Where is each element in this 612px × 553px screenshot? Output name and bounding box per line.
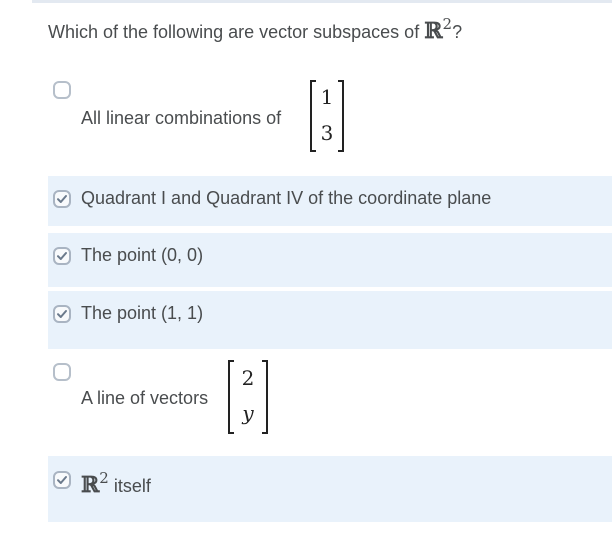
top-divider — [32, 0, 612, 3]
checkmark-icon — [57, 476, 67, 484]
checkmark-icon — [57, 195, 67, 203]
real-numbers-symbol: ℝ — [81, 472, 100, 498]
checkbox-unchecked[interactable] — [53, 81, 71, 99]
option-point-origin[interactable]: The point (0, 0) — [48, 233, 612, 287]
checkmark-icon — [57, 310, 67, 318]
vector-entry-bottom: 3 — [320, 121, 334, 145]
checkbox-checked[interactable] — [53, 190, 71, 208]
option-point-one-one[interactable]: The point (1, 1) — [48, 291, 612, 349]
option-r2-itself[interactable]: ℝ2 itself — [48, 456, 612, 522]
option-label: ℝ2 itself — [81, 469, 151, 498]
checkbox-checked[interactable] — [53, 471, 71, 489]
exponent: 2 — [442, 15, 453, 33]
option-label: The point (0, 0) — [81, 245, 204, 265]
question-mark: ? — [452, 22, 463, 42]
column-vector: 1 3 — [310, 80, 344, 152]
option-line-of-vectors[interactable]: A line of vectors 2 y — [48, 350, 612, 454]
vector-entry-top: 2 — [241, 366, 255, 390]
option-quadrants[interactable]: Quadrant I and Quadrant IV of the coordi… — [48, 176, 612, 226]
checkmark-icon — [57, 252, 67, 260]
option-label: All linear combinations of — [81, 108, 282, 128]
vector-entry-top: 1 — [320, 85, 334, 109]
column-vector: 2 y — [228, 360, 268, 434]
question-prompt: Which of the following are vector subspa… — [48, 22, 420, 42]
option-label: The point (1, 1) — [81, 303, 204, 323]
option-label: Quadrant I and Quadrant IV of the coordi… — [81, 188, 492, 208]
exponent: 2 — [99, 469, 109, 487]
checkbox-checked[interactable] — [53, 305, 71, 323]
option-linear-combinations[interactable]: All linear combinations of 1 3 — [48, 62, 612, 174]
checkbox-unchecked[interactable] — [53, 363, 71, 381]
real-numbers-symbol: ℝ — [424, 18, 443, 44]
option-label: A line of vectors — [81, 388, 209, 408]
checkbox-checked[interactable] — [53, 247, 71, 265]
question-text: Which of the following are vector subspa… — [48, 15, 463, 44]
vector-entry-bottom: y — [242, 401, 254, 425]
